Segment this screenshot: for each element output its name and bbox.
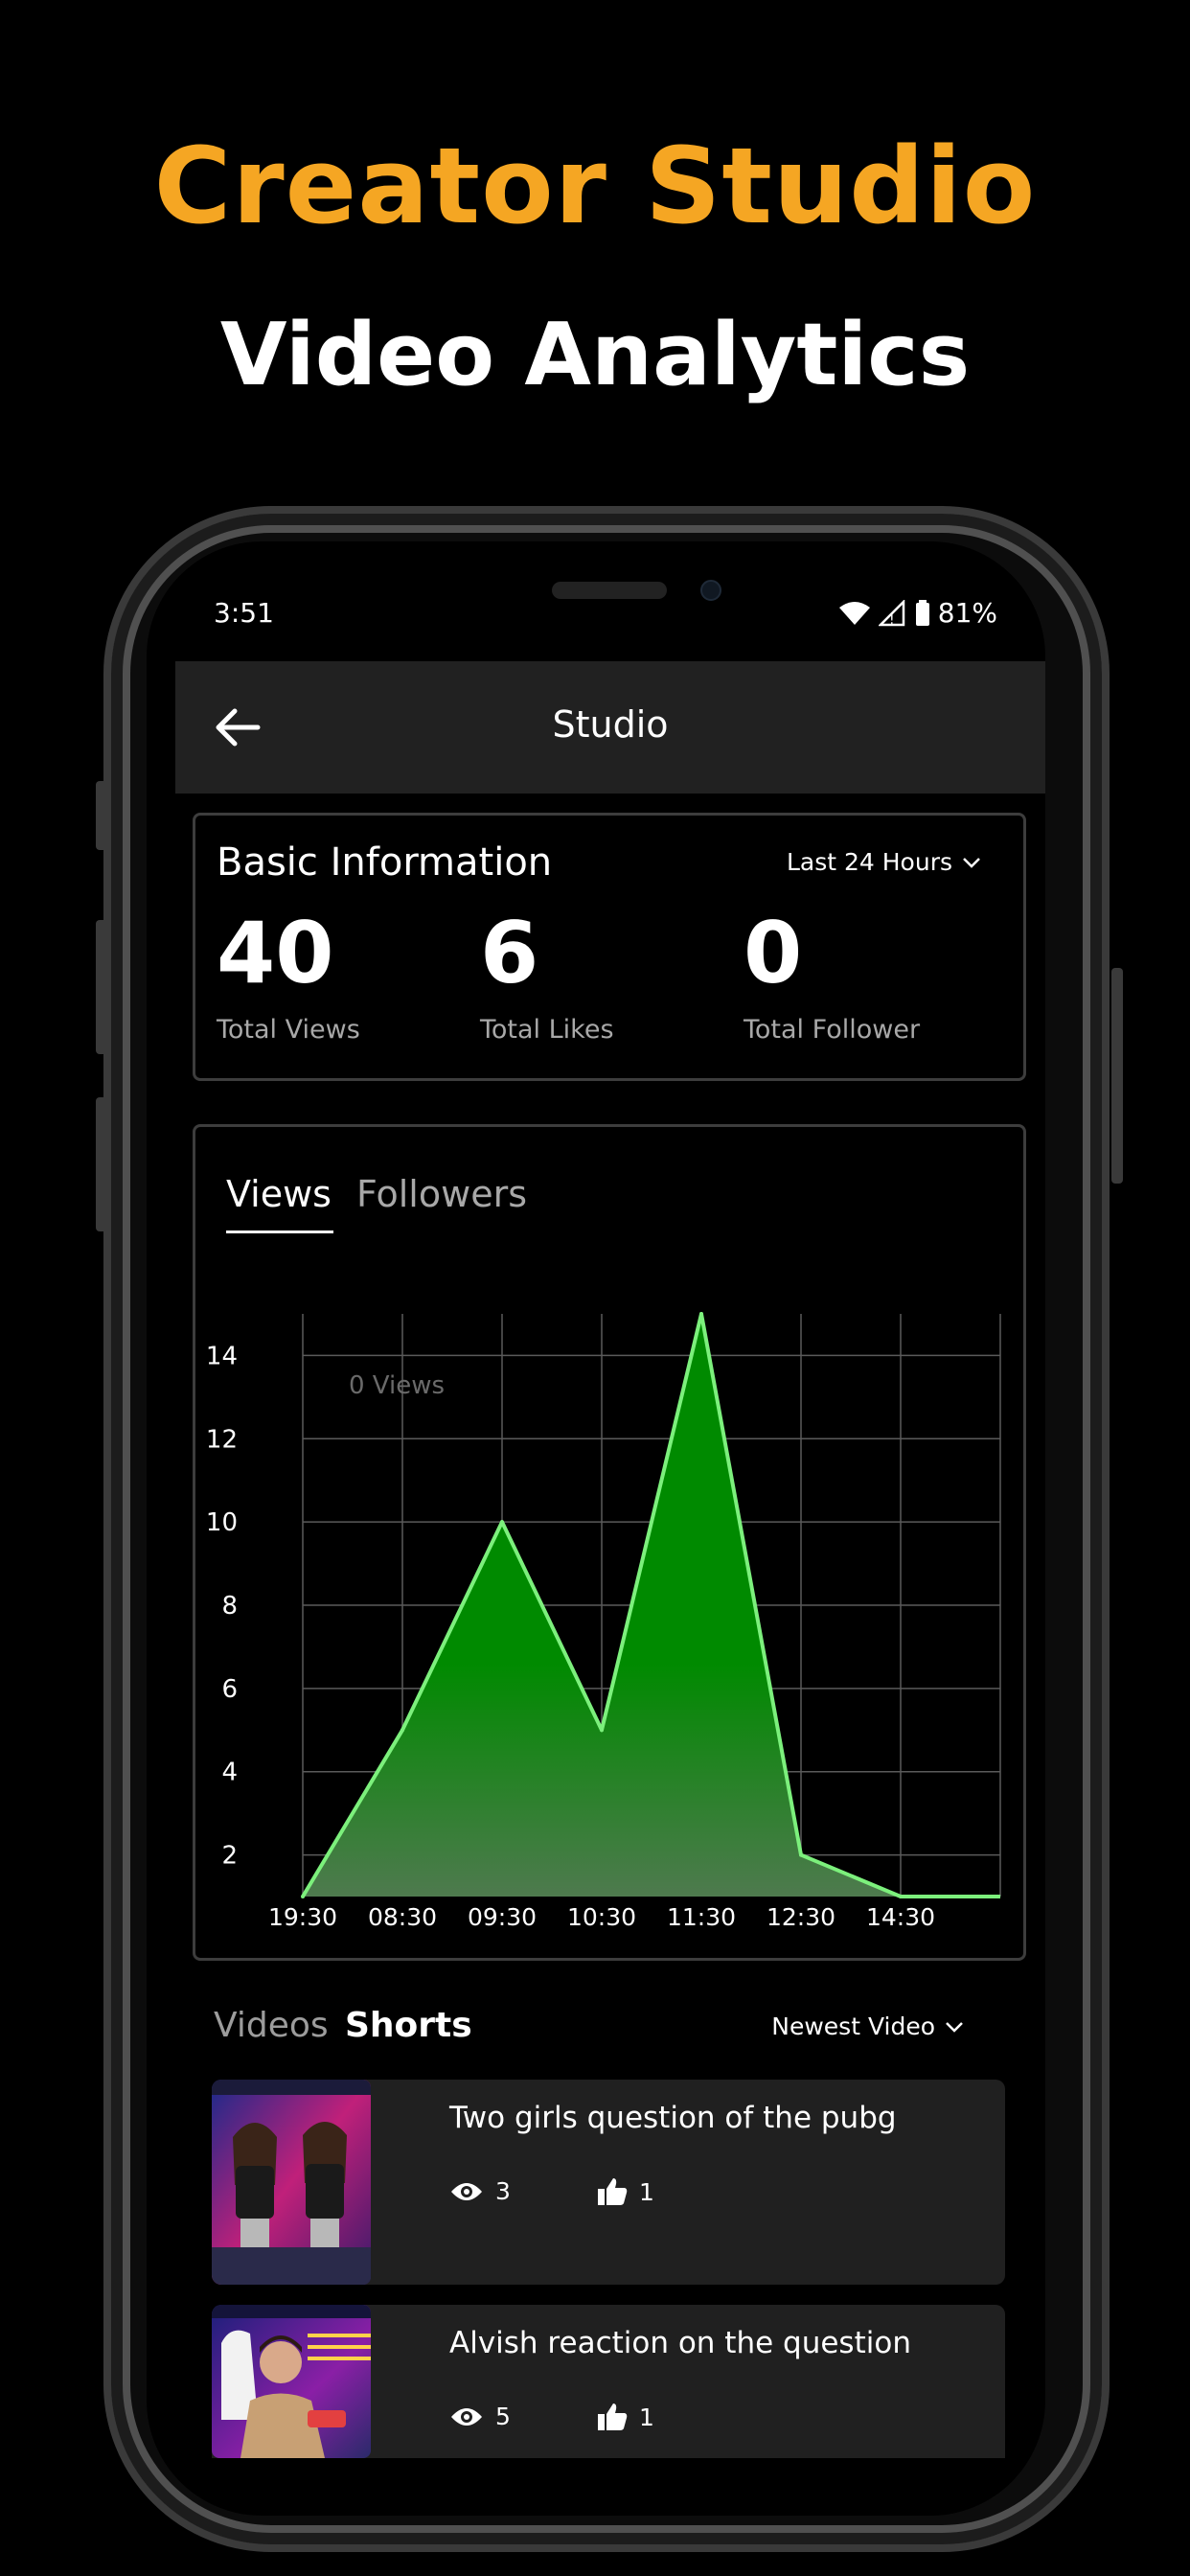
video-title: Two girls question of the pubg bbox=[449, 2101, 897, 2135]
data-point bbox=[699, 1312, 703, 1316]
promo-subtitle: Video Analytics bbox=[219, 305, 971, 405]
chevron-down-icon bbox=[946, 2021, 963, 2033]
x-tick-label: 09:30 bbox=[468, 1903, 537, 1931]
thumbs-up-icon bbox=[598, 2404, 628, 2430]
app-bar: Studio bbox=[175, 661, 1045, 794]
video-list-item[interactable]: Alvish reaction on the question 5 1 bbox=[212, 2305, 1005, 2458]
tab-videos[interactable]: Videos bbox=[214, 2006, 329, 2045]
sort-label: Newest Video bbox=[771, 2012, 935, 2040]
analytics-chart-card: Views Followers 2 4 6 8 10 12 14 19:30 08:30 09:3… bbox=[193, 1124, 1026, 1961]
tab-shorts[interactable]: Shorts bbox=[345, 2006, 472, 2045]
stat-label: Total Views bbox=[217, 1015, 360, 1045]
stat-value: 6 bbox=[480, 904, 539, 1002]
phone-screen: 3:51 ! 81% Studio Basic Information Last… bbox=[147, 541, 1045, 2516]
stat-total-likes: 6 Total Likes bbox=[480, 904, 614, 1046]
stat-value: 40 bbox=[217, 904, 334, 1002]
view-count: 3 bbox=[495, 2177, 511, 2205]
chart-annotation: 0 Views bbox=[349, 1371, 445, 1400]
data-point bbox=[600, 1728, 604, 1733]
views-area-chart: 2 4 6 8 10 12 14 19:30 08:30 09:30 10:30 11:30 12:30… bbox=[206, 1312, 1001, 1931]
phone-power-button bbox=[1111, 968, 1123, 1184]
video-title: Alvish reaction on the question bbox=[449, 2326, 911, 2360]
basic-information-card: Basic Information Last 24 Hours 40 Total… bbox=[193, 813, 1026, 1081]
x-tick-label: 19:30 bbox=[268, 1903, 337, 1931]
promo-title: Creator Studio bbox=[153, 125, 1037, 247]
video-views: 3 bbox=[449, 2177, 511, 2205]
front-camera bbox=[700, 580, 721, 601]
battery-icon bbox=[915, 599, 929, 626]
video-list-item[interactable]: Two girls question of the pubg 3 1 bbox=[212, 2080, 1005, 2285]
y-tick-label: 10 bbox=[206, 1508, 238, 1537]
x-tick-label: 14:30 bbox=[866, 1903, 935, 1931]
stat-total-follower: 0 Total Follower bbox=[744, 904, 921, 1046]
y-tick-label: 2 bbox=[221, 1842, 238, 1871]
data-point bbox=[799, 1852, 803, 1857]
x-tick-label: 12:30 bbox=[767, 1903, 835, 1931]
y-tick-label: 8 bbox=[221, 1592, 238, 1621]
video-likes: 1 bbox=[597, 2177, 654, 2206]
y-tick-label: 14 bbox=[206, 1342, 238, 1370]
stat-label: Total Follower bbox=[744, 1015, 921, 1045]
signal-icon: ! bbox=[878, 599, 905, 627]
wifi-icon bbox=[838, 601, 870, 625]
y-tick-label: 12 bbox=[206, 1425, 238, 1454]
battery-level: 81% bbox=[937, 597, 997, 629]
stat-label: Total Likes bbox=[480, 1015, 614, 1045]
eye-icon bbox=[451, 2407, 482, 2426]
view-count: 5 bbox=[495, 2403, 511, 2430]
video-thumbnail bbox=[212, 2080, 371, 2285]
chevron-down-icon bbox=[963, 857, 980, 868]
eye-icon bbox=[451, 2182, 482, 2200]
time-range-dropdown[interactable]: Last 24 Hours bbox=[787, 848, 981, 876]
basic-information-title: Basic Information bbox=[217, 840, 553, 885]
video-views: 5 bbox=[449, 2403, 511, 2430]
page-title: Studio bbox=[552, 703, 669, 746]
data-point bbox=[500, 1520, 504, 1525]
x-tick-label: 08:30 bbox=[368, 1903, 437, 1931]
x-tick-label: 10:30 bbox=[567, 1903, 636, 1931]
stat-value: 0 bbox=[744, 904, 803, 1002]
video-thumbnail bbox=[212, 2305, 371, 2458]
like-count: 1 bbox=[639, 2403, 654, 2431]
time-range-label: Last 24 Hours bbox=[786, 848, 952, 876]
data-point bbox=[400, 1728, 404, 1733]
status-time: 3:51 bbox=[214, 597, 274, 629]
earpiece-speaker bbox=[552, 582, 667, 599]
like-count: 1 bbox=[639, 2177, 654, 2206]
data-point bbox=[899, 1895, 903, 1898]
y-tick-label: 4 bbox=[221, 1759, 238, 1787]
status-icons: ! 81% bbox=[838, 597, 997, 629]
stat-total-views: 40 Total Views bbox=[217, 904, 360, 1046]
y-tick-label: 6 bbox=[221, 1675, 238, 1704]
svg-text:!: ! bbox=[889, 612, 895, 627]
data-point bbox=[301, 1895, 305, 1898]
x-tick-label: 11:30 bbox=[667, 1903, 736, 1931]
thumbs-up-icon bbox=[598, 2178, 628, 2205]
sort-dropdown[interactable]: Newest Video bbox=[771, 2012, 964, 2040]
video-likes: 1 bbox=[597, 2403, 654, 2431]
